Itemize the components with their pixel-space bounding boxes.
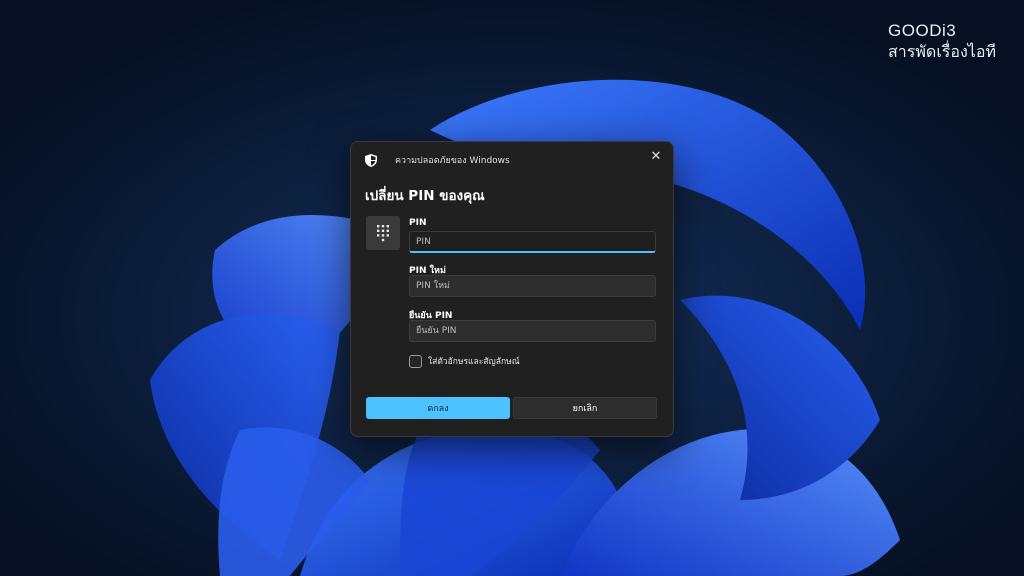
include-chars-label: ใส่ตัวอักษรและสัญลักษณ์ bbox=[428, 357, 520, 367]
current-pin-input[interactable] bbox=[409, 231, 656, 253]
dialog-titlebar: ความปลอดภัยของ Windows ✕ bbox=[351, 142, 673, 174]
ok-button[interactable]: ตกลง bbox=[366, 397, 510, 419]
windows-security-dialog: ความปลอดภัยของ Windows ✕ เปลี่ยน PIN ของ… bbox=[350, 141, 674, 437]
include-chars-checkbox[interactable] bbox=[409, 354, 422, 368]
shield-icon bbox=[365, 152, 377, 167]
watermark-brand: GOODi3 bbox=[888, 21, 957, 40]
new-pin-input[interactable] bbox=[409, 275, 656, 297]
confirm-pin-input[interactable] bbox=[409, 320, 656, 342]
watermark-tagline: สารพัดเรื่องไอที bbox=[888, 44, 996, 61]
keypad-icon bbox=[366, 216, 400, 250]
dialog-heading: เปลี่ยน PIN ของคุณ bbox=[365, 188, 485, 204]
cancel-button[interactable]: ยกเลิก bbox=[513, 397, 657, 419]
include-chars-option: ใส่ตัวอักษรและสัญลักษณ์ bbox=[409, 354, 520, 368]
dialog-window-title: ความปลอดภัยของ Windows bbox=[395, 156, 510, 166]
watermark: GOODi3 สารพัดเรื่องไอที bbox=[888, 20, 996, 64]
pin-label: PIN bbox=[409, 218, 427, 228]
close-icon[interactable]: ✕ bbox=[645, 146, 667, 166]
